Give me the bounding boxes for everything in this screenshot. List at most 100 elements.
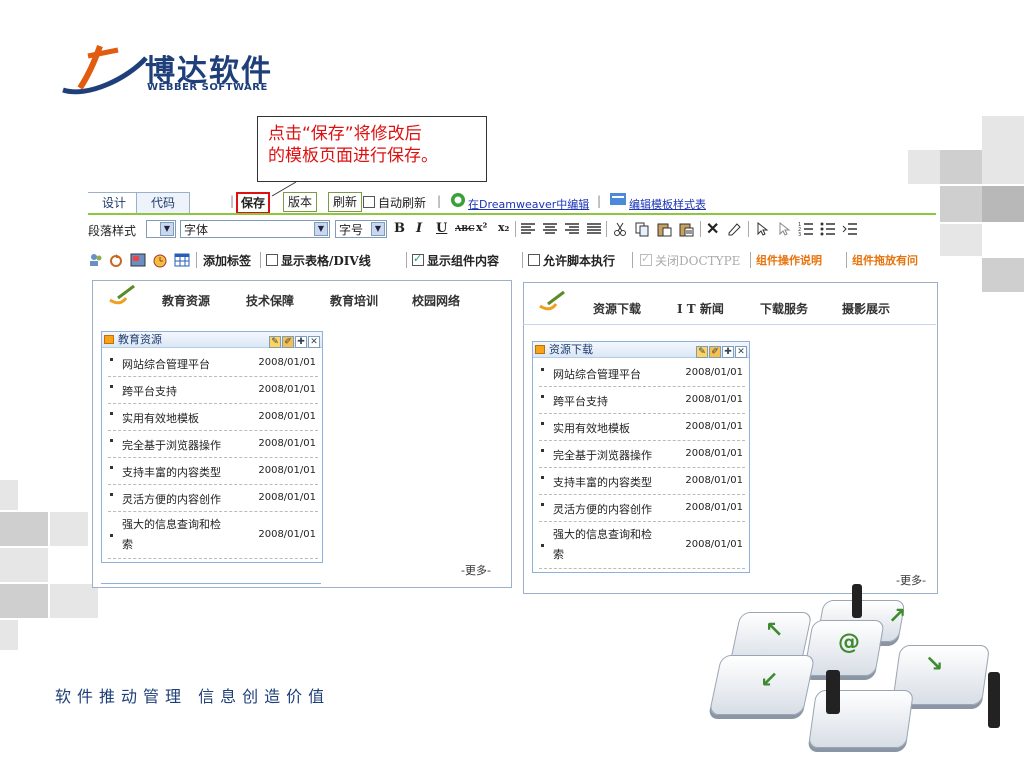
nav-item[interactable]: I T 新闻: [677, 300, 724, 317]
widget-title: 资源下载: [549, 343, 593, 356]
image-icon[interactable]: [130, 252, 146, 268]
show-widget-checkbox[interactable]: ✓: [412, 252, 424, 266]
tab-code[interactable]: 代码: [136, 192, 191, 213]
nav-item[interactable]: 教育培训: [330, 292, 378, 309]
widget-close-icon[interactable]: ✕: [735, 346, 747, 358]
widget-edu[interactable]: 教育资源 ✎ ✐ ✚ ✕ 网站综合管理平台 2008/01/01 跨平台支持 2008/0…: [101, 331, 323, 563]
paragraph-style-select[interactable]: ▼: [146, 220, 176, 238]
list-item[interactable]: 支持丰富的内容类型 2008/01/01: [539, 468, 745, 495]
eraser-icon[interactable]: [726, 221, 742, 237]
item-title: 索: [553, 548, 564, 561]
pencil-icon: [109, 284, 135, 305]
clock-icon[interactable]: [152, 252, 168, 268]
align-left-icon[interactable]: [520, 221, 536, 237]
allow-script-checkbox[interactable]: [528, 254, 540, 266]
subscript-button[interactable]: x₂: [498, 221, 509, 234]
paste-text-icon[interactable]: [678, 221, 694, 237]
widget-move-icon[interactable]: ✚: [295, 336, 307, 348]
check-icon: ✓: [641, 252, 651, 265]
cut-icon[interactable]: [612, 221, 628, 237]
nav-item[interactable]: 下载服务: [760, 300, 808, 317]
close-doctype-checkbox[interactable]: ✓: [640, 252, 652, 266]
bullet: [541, 476, 544, 479]
person-figure: [826, 670, 840, 714]
refresh-icon[interactable]: [108, 252, 124, 268]
list-item[interactable]: 跨平台支持 2008/01/01: [539, 387, 745, 414]
indent-icon[interactable]: [842, 221, 858, 237]
list-item[interactable]: 灵活方便的内容创作 2008/01/01: [539, 495, 745, 522]
show-table-checkbox[interactable]: [266, 254, 278, 266]
list-item[interactable]: 完全基于浏览器操作 2008/01/01: [539, 441, 745, 468]
font-size-select-value: 字号: [339, 223, 364, 237]
select-icon[interactable]: [776, 221, 792, 237]
separator: [522, 252, 523, 268]
font-select[interactable]: 字体 ▼: [180, 220, 330, 238]
version-button[interactable]: 版本: [283, 192, 318, 212]
decor-square: [982, 150, 1024, 184]
widget-drag-link[interactable]: 组件拖放有问: [852, 252, 934, 268]
edit-in-dreamweaver-link[interactable]: 在Dreamweaver中编辑: [468, 196, 589, 212]
widget-download[interactable]: 资源下载 ✎ ✐ ✚ ✕ 网站综合管理平台 2008/01/01 跨平台支持 2008/0…: [532, 341, 750, 573]
copy-icon[interactable]: [634, 221, 650, 237]
item-date: 2008/01/01: [258, 411, 316, 422]
separator: [606, 221, 607, 237]
widget-props-icon[interactable]: ✐: [282, 336, 294, 348]
list-item[interactable]: 网站综合管理平台 2008/01/01: [108, 350, 318, 377]
unordered-list-icon[interactable]: [820, 221, 836, 237]
item-title: 完全基于浏览器操作: [122, 439, 221, 452]
ordered-list-icon[interactable]: 123: [798, 221, 814, 237]
person-figure: [852, 584, 862, 618]
users-icon[interactable]: [88, 252, 104, 268]
list-item[interactable]: 实用有效地模板 2008/01/01: [539, 414, 745, 441]
nav-item[interactable]: 摄影展示: [842, 300, 890, 317]
strikethrough-button[interactable]: ABC: [455, 223, 474, 233]
auto-refresh-label: 自动刷新: [378, 196, 427, 210]
bullet: [541, 422, 544, 425]
underline-button[interactable]: U: [436, 221, 447, 236]
align-right-icon[interactable]: [564, 221, 580, 237]
bold-button[interactable]: B: [394, 221, 405, 236]
tab-design[interactable]: 设计: [88, 192, 142, 213]
item-date: 2008/01/01: [685, 421, 743, 432]
widget-edit-icon[interactable]: ✎: [696, 346, 708, 358]
nav-item[interactable]: 技术保障: [246, 292, 294, 309]
list-item[interactable]: 跨平台支持 2008/01/01: [108, 377, 318, 404]
edit-stylesheet-link[interactable]: 编辑模板样式表: [629, 196, 706, 212]
widget-move-icon[interactable]: ✚: [722, 346, 734, 358]
separator: [750, 252, 751, 268]
decor-square: [940, 186, 982, 222]
paste-icon[interactable]: [656, 221, 672, 237]
pointer-icon[interactable]: [754, 221, 770, 237]
widget-props-icon[interactable]: ✐: [709, 346, 721, 358]
refresh-button[interactable]: 刷新: [328, 192, 363, 212]
align-center-icon[interactable]: [542, 221, 558, 237]
nav-item[interactable]: 校园网络: [412, 292, 460, 309]
superscript-button[interactable]: x²: [476, 221, 487, 234]
list-item[interactable]: 实用有效地模板 2008/01/01: [108, 404, 318, 431]
save-button[interactable]: 保存: [236, 192, 271, 214]
nav-item[interactable]: 教育资源: [162, 292, 210, 309]
separator: [196, 252, 197, 268]
more-link[interactable]: -更多-: [896, 572, 926, 588]
align-justify-icon[interactable]: [586, 221, 602, 237]
list-item[interactable]: 灵活方便的内容创作 2008/01/01: [108, 485, 318, 512]
list-item[interactable]: 支持丰富的内容类型 2008/01/01: [108, 458, 318, 485]
more-link[interactable]: -更多-: [461, 562, 491, 578]
table-icon[interactable]: [174, 252, 190, 268]
list-item[interactable]: 完全基于浏览器操作 2008/01/01: [108, 431, 318, 458]
widget-edit-icon[interactable]: ✎: [269, 336, 281, 348]
separator: [846, 252, 847, 268]
list-item[interactable]: 网站综合管理平台 2008/01/01: [539, 360, 745, 387]
italic-button[interactable]: I: [416, 221, 422, 236]
add-tag-button[interactable]: 添加标签: [203, 252, 251, 269]
list-item[interactable]: 强大的信息查询和检索 2008/01/01: [108, 512, 318, 559]
svg-text:3: 3: [798, 232, 801, 237]
delete-icon[interactable]: ✕: [706, 219, 719, 238]
widget-close-icon[interactable]: ✕: [308, 336, 320, 348]
nav-item[interactable]: 资源下载: [593, 300, 641, 317]
list-item[interactable]: 强大的信息查询和检索 2008/01/01: [539, 522, 745, 569]
font-size-select[interactable]: 字号 ▼: [335, 220, 387, 238]
auto-refresh-checkbox[interactable]: [363, 196, 375, 208]
decor-square: [940, 150, 982, 184]
widget-help-link[interactable]: 组件操作说明: [756, 252, 822, 268]
